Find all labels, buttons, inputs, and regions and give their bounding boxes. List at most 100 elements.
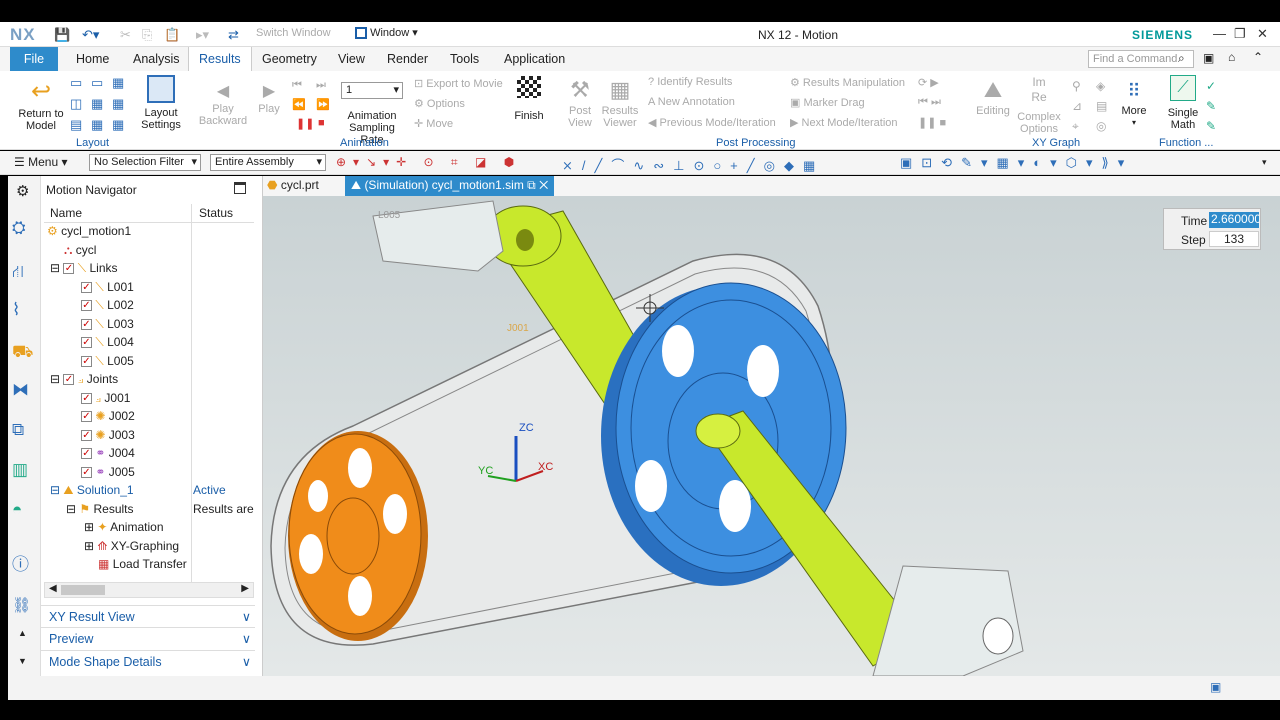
toolbar-overflow-icon[interactable]: ▾ xyxy=(1262,157,1267,168)
layout-6-icon[interactable]: ▦ xyxy=(112,96,128,112)
layout-3-icon[interactable]: ▦ xyxy=(112,75,128,91)
finish-button[interactable]: Finish xyxy=(508,76,550,122)
scroll-up-icon[interactable]: ▲ xyxy=(18,628,27,638)
layout-1-icon[interactable]: ▭ xyxy=(70,75,86,91)
selection-tools-icons[interactable]: ⊕▾↘▾✛ ⊙ ⌗ ◪ ⬢ xyxy=(336,155,521,170)
joints-checkbox[interactable]: ✓ xyxy=(63,374,75,386)
return-to-model-button[interactable]: ↩ Return to Model xyxy=(16,76,66,132)
step-value[interactable]: 133 xyxy=(1209,231,1259,247)
tree-item-results[interactable]: ⊟ ⚑ Results Results are xyxy=(44,500,254,519)
link-checkbox[interactable]: ✓ xyxy=(81,355,92,367)
collapse-ribbon-icon[interactable]: ⌃ xyxy=(1253,50,1263,64)
view-tools-icons[interactable]: ▣⊡⟲✎▾▦▾◐▾⬡▾⟫▾ xyxy=(900,155,1133,171)
tab-cycl-prt[interactable]: ⬣ cycl.prt xyxy=(267,178,319,192)
tree-item-solution[interactable]: ⊟ ⛰ Solution_1 Active xyxy=(44,481,254,500)
tree-item-xy-graphing[interactable]: ⊞ ⟰ XY-Graphing xyxy=(44,537,254,556)
tab-options-icon[interactable]: ⧉ xyxy=(527,178,536,192)
tree-item-joints[interactable]: ⊟ ✓ ⟓ Joints xyxy=(44,370,254,389)
tab-results[interactable]: Results xyxy=(188,47,252,71)
play-backward-button[interactable]: ◀ Play Backward xyxy=(198,81,248,127)
single-math-button[interactable]: ⟋ Single Math xyxy=(1163,75,1203,131)
menu-button[interactable]: ☰ Menu ▾ xyxy=(14,155,68,169)
previous-mode-button[interactable]: ◀ Previous Mode/Iteration xyxy=(648,116,776,129)
layout-4-icon[interactable]: ◫ xyxy=(70,96,86,112)
snap-point-icons[interactable]: ⨯/╱⌒∿∾⊥⊙○+╱◎◆▦ xyxy=(562,155,824,174)
link-checkbox[interactable]: ✓ xyxy=(81,300,92,312)
editing-button[interactable]: ⛰ Editing xyxy=(974,75,1012,117)
link-checkbox[interactable]: ✓ xyxy=(81,281,92,293)
stop-icon[interactable]: ■ xyxy=(318,117,325,129)
post-view-button[interactable]: ⚒ Post View xyxy=(562,75,598,129)
scroll-down-icon[interactable]: ▼ xyxy=(18,656,27,666)
pause-icon[interactable]: ❚❚ xyxy=(296,117,314,130)
help-icon[interactable]: ⌂ xyxy=(1228,50,1235,64)
play-button[interactable]: ▶ Play xyxy=(254,81,284,115)
motion-navigator-icon[interactable]: ⛭ xyxy=(12,218,26,238)
mode-animate-icon[interactable]: ⟳ ▶ xyxy=(918,76,939,89)
move-button[interactable]: ✛ Move xyxy=(414,117,453,130)
tree-item-joint[interactable]: ✓ ✺ J002 xyxy=(44,407,254,426)
mode-stop-icon[interactable]: ❚❚ ■ xyxy=(918,116,946,129)
column-name[interactable]: Name xyxy=(50,206,82,220)
graphics-viewport[interactable]: L005 J001 ZC XC YC Time 2.660000 Step 13… xyxy=(263,196,1280,676)
tab-close-icon[interactable]: ✕ xyxy=(539,178,548,192)
identify-results-button[interactable]: ? Identify Results xyxy=(648,76,732,88)
complex-options-button[interactable]: Im Re Complex Options xyxy=(1016,75,1062,135)
constraint-navigator-icon[interactable]: ⧓ xyxy=(12,380,29,400)
history-icon[interactable]: ⌇ xyxy=(12,300,20,320)
restore-button[interactable]: ❐ xyxy=(1234,26,1246,42)
function-tools-icons[interactable]: ✓ ✎ ✎ xyxy=(1206,76,1216,136)
link-checkbox[interactable]: ✓ xyxy=(81,337,92,349)
part-navigator-icon[interactable]: ⛙ xyxy=(12,262,24,284)
step-forward-icon[interactable]: ⏭ xyxy=(316,79,326,92)
tree-item-joint[interactable]: ✓ ⟓ J001 xyxy=(44,389,254,408)
assembly-scope-select[interactable]: Entire Assembly ▾ xyxy=(210,154,326,171)
visualization-icon[interactable]: ◓ xyxy=(12,500,22,520)
tree-item-cycl[interactable]: ⛬ cycl xyxy=(44,241,254,260)
full-screen-icon[interactable]: ▣ xyxy=(1210,680,1221,694)
tree-item-animation[interactable]: ⊞ ✦ Animation xyxy=(44,518,254,537)
tree-item-link[interactable]: ✓ ⟍ L004 xyxy=(44,333,254,352)
tree-item-link[interactable]: ✓ ⟍ L005 xyxy=(44,352,254,371)
layout-5-icon[interactable]: ▦ xyxy=(91,96,107,112)
joint-checkbox[interactable]: ✓ xyxy=(81,411,92,423)
scroll-left-icon[interactable]: ◀ xyxy=(49,583,57,594)
web-browser-icon[interactable]: ⧉ xyxy=(12,420,24,440)
search-icon[interactable]: ⌕ xyxy=(1178,51,1185,66)
graph-tools-icons[interactable]: ⚲ ⊿ ⌖ xyxy=(1072,76,1082,136)
links-checkbox[interactable]: ✓ xyxy=(63,263,75,275)
new-annotation-button[interactable]: A New Annotation xyxy=(648,96,735,108)
next-mode-button[interactable]: ▶ Next Mode/Iteration xyxy=(790,116,898,129)
joint-checkbox[interactable]: ✓ xyxy=(81,392,92,404)
graph-view-icons[interactable]: ◈ ▤ ◎ xyxy=(1096,76,1107,136)
results-manipulation-button[interactable]: ⚙ Results Manipulation xyxy=(790,76,905,89)
link-checkbox[interactable]: ✓ xyxy=(81,318,92,330)
column-status[interactable]: Status xyxy=(199,206,233,220)
maximize-panel-icon[interactable] xyxy=(234,182,246,194)
tree-item-joint[interactable]: ✓ ⚭ J004 xyxy=(44,444,254,463)
ribbon-options-icon[interactable]: ▣ xyxy=(1203,51,1214,65)
sampling-rate-select[interactable]: 1 ▾ xyxy=(341,82,403,99)
layout-2-icon[interactable]: ▭ xyxy=(91,75,107,91)
first-frame-icon[interactable]: ⏪ xyxy=(292,98,306,111)
xy-result-view-panel[interactable]: XY Result View ∨ xyxy=(41,605,255,627)
tab-file[interactable]: File xyxy=(10,47,58,71)
layout-settings-button[interactable]: Layout Settings xyxy=(136,75,186,131)
joint-checkbox[interactable]: ✓ xyxy=(81,429,92,441)
joint-checkbox[interactable]: ✓ xyxy=(81,466,92,478)
tab-render[interactable]: Render xyxy=(377,47,438,71)
layout-9-icon[interactable]: ▦ xyxy=(112,117,128,133)
options-button[interactable]: ⚙ Options xyxy=(414,97,465,110)
reuse-library-icon[interactable]: ⛟ xyxy=(12,342,33,364)
scroll-thumb[interactable] xyxy=(61,585,105,595)
more-button[interactable]: ⠿ More ▾ xyxy=(1116,77,1152,129)
info-icon[interactable]: ⓘ xyxy=(12,550,29,575)
tree-item-load-transfer[interactable]: ▦ Load Transfer xyxy=(44,555,254,574)
tab-geometry[interactable]: Geometry xyxy=(252,47,327,71)
last-frame-icon[interactable]: ⏩ xyxy=(316,98,330,111)
joint-checkbox[interactable]: ✓ xyxy=(81,448,92,460)
tree-item-link[interactable]: ✓ ⟍ L002 xyxy=(44,296,254,315)
tree-item-link[interactable]: ✓ ⟍ L003 xyxy=(44,315,254,334)
settings-icon[interactable]: ⚙ xyxy=(16,182,29,200)
roles-icon[interactable]: ⛓ xyxy=(12,596,31,614)
